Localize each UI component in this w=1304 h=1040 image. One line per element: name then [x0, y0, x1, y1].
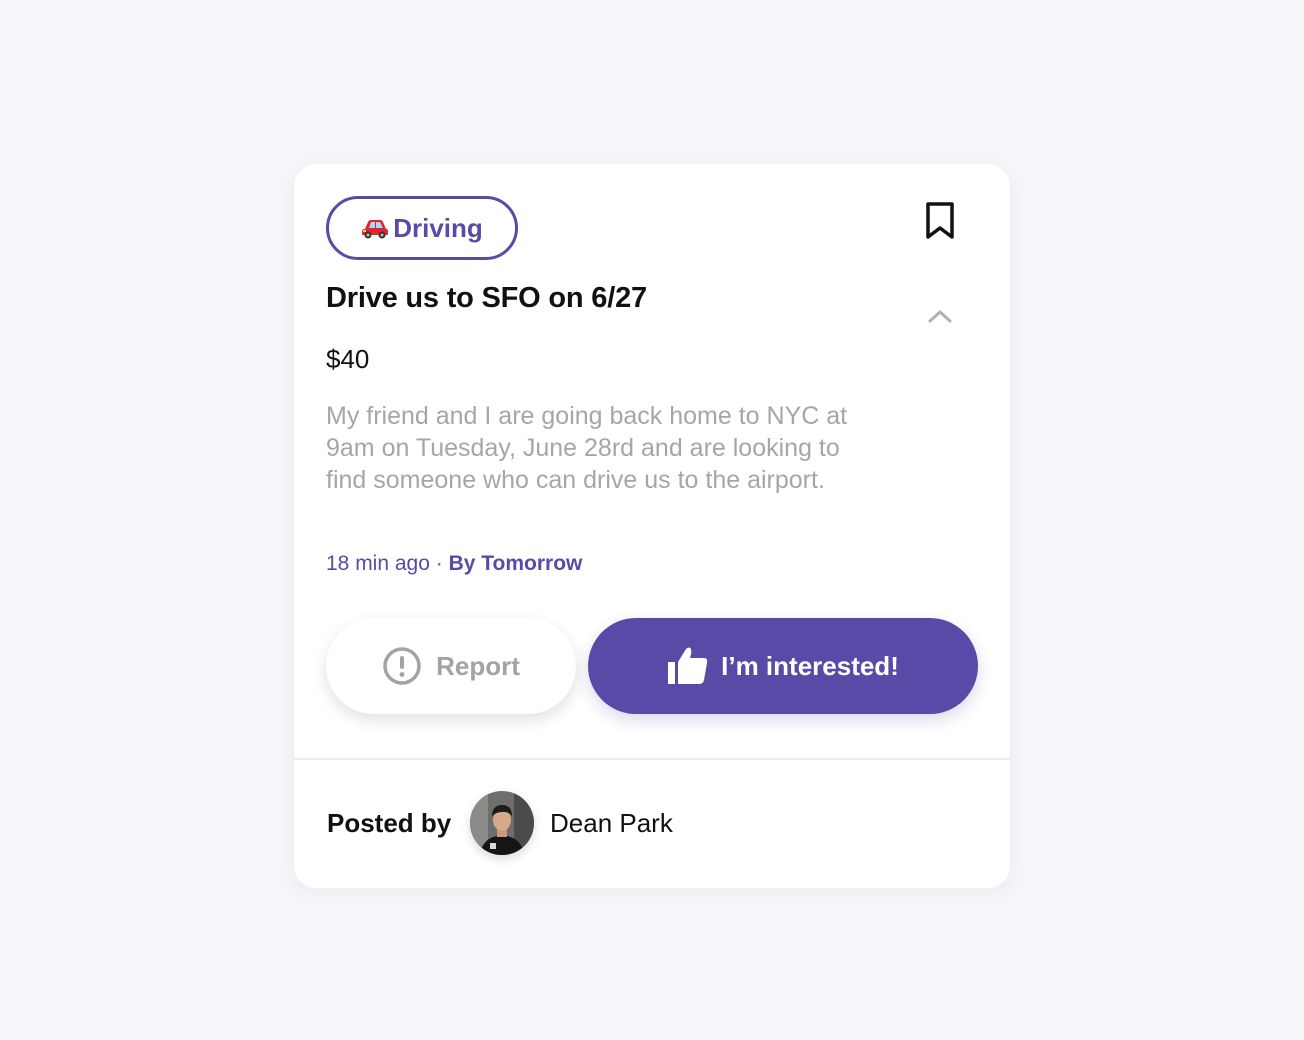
car-icon [361, 217, 389, 239]
avatar[interactable] [470, 791, 534, 855]
post-price: $40 [326, 344, 370, 374]
interested-button[interactable]: I’m interested! [588, 618, 978, 714]
meta-separator: · [435, 552, 443, 575]
thumbs-up-icon [667, 646, 709, 686]
report-button[interactable]: Report [326, 618, 576, 714]
deadline: By Tomorrow [448, 552, 583, 575]
divider [294, 758, 1010, 760]
bookmark-icon[interactable] [920, 198, 960, 244]
post-card: Driving Drive us to SFO on 6/27 $40 My f… [294, 164, 1010, 888]
alert-circle-icon [382, 646, 422, 686]
posted-by-label: Posted by [327, 808, 452, 838]
chevron-up-icon[interactable] [920, 298, 960, 334]
post-meta: 18 min ago · By Tomorrow [326, 552, 582, 576]
post-title: Drive us to SFO on 6/27 [326, 282, 647, 314]
report-label: Report [436, 650, 520, 681]
interested-label: I’m interested! [721, 650, 899, 681]
category-label: Driving [393, 212, 483, 243]
time-ago: 18 min ago [326, 552, 430, 575]
author-name[interactable]: Dean Park [550, 808, 673, 839]
post-description: My friend and I are going back home to N… [326, 402, 848, 494]
category-tag[interactable]: Driving [326, 196, 518, 260]
